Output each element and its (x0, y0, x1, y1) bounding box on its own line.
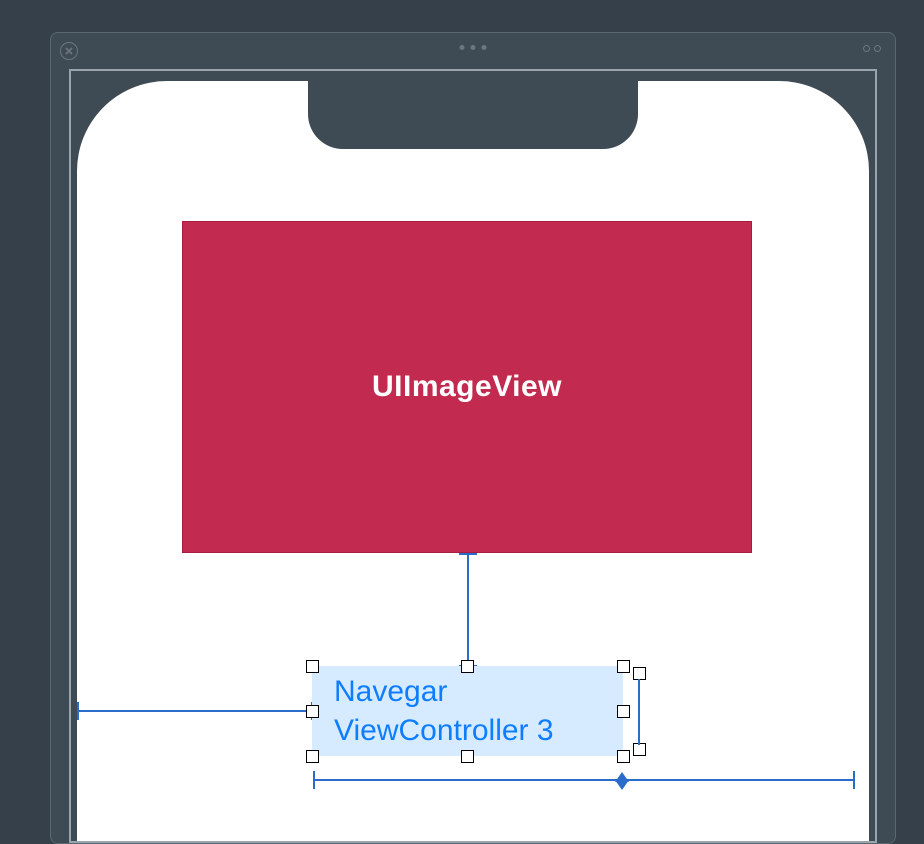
device-frame: UIImageView Navegar ViewController 3 (77, 81, 869, 841)
selection-handle-tm[interactable] (461, 660, 474, 673)
window-grip-icon (460, 45, 487, 50)
selection-handle-tr[interactable] (617, 660, 630, 673)
dimension-drag-icon[interactable] (615, 780, 629, 790)
editor-window: UIImageView Navegar ViewController 3 (50, 32, 896, 844)
dimension-tick-r (853, 771, 855, 789)
constraint-tick (459, 553, 477, 555)
window-right-icon (863, 45, 881, 52)
constraint-tick (77, 702, 79, 720)
canvas-bounds: UIImageView Navegar ViewController 3 (69, 69, 877, 843)
constraint-leading[interactable] (77, 710, 312, 712)
uiimageview-element[interactable]: UIImageView (182, 221, 752, 553)
uiimageview-label: UIImageView (372, 370, 562, 404)
navigate-button[interactable]: Navegar ViewController 3 (312, 666, 623, 756)
constraint-vertical-spacing[interactable] (467, 553, 469, 666)
selection-handle-tl[interactable] (306, 660, 319, 673)
selection-handle-br[interactable] (617, 750, 630, 763)
dimension-line-v (638, 679, 640, 745)
navigate-button-label: Navegar ViewController 3 (334, 672, 554, 750)
selection-handle-bm[interactable] (461, 750, 474, 763)
device-notch (308, 79, 638, 149)
selection-handle-ml[interactable] (306, 705, 319, 718)
selection-handle-bl[interactable] (306, 750, 319, 763)
selection-handle-mr[interactable] (617, 705, 630, 718)
close-icon[interactable] (60, 42, 78, 60)
dimension-tick-l (313, 771, 315, 789)
dimension-line-h[interactable] (313, 779, 853, 781)
